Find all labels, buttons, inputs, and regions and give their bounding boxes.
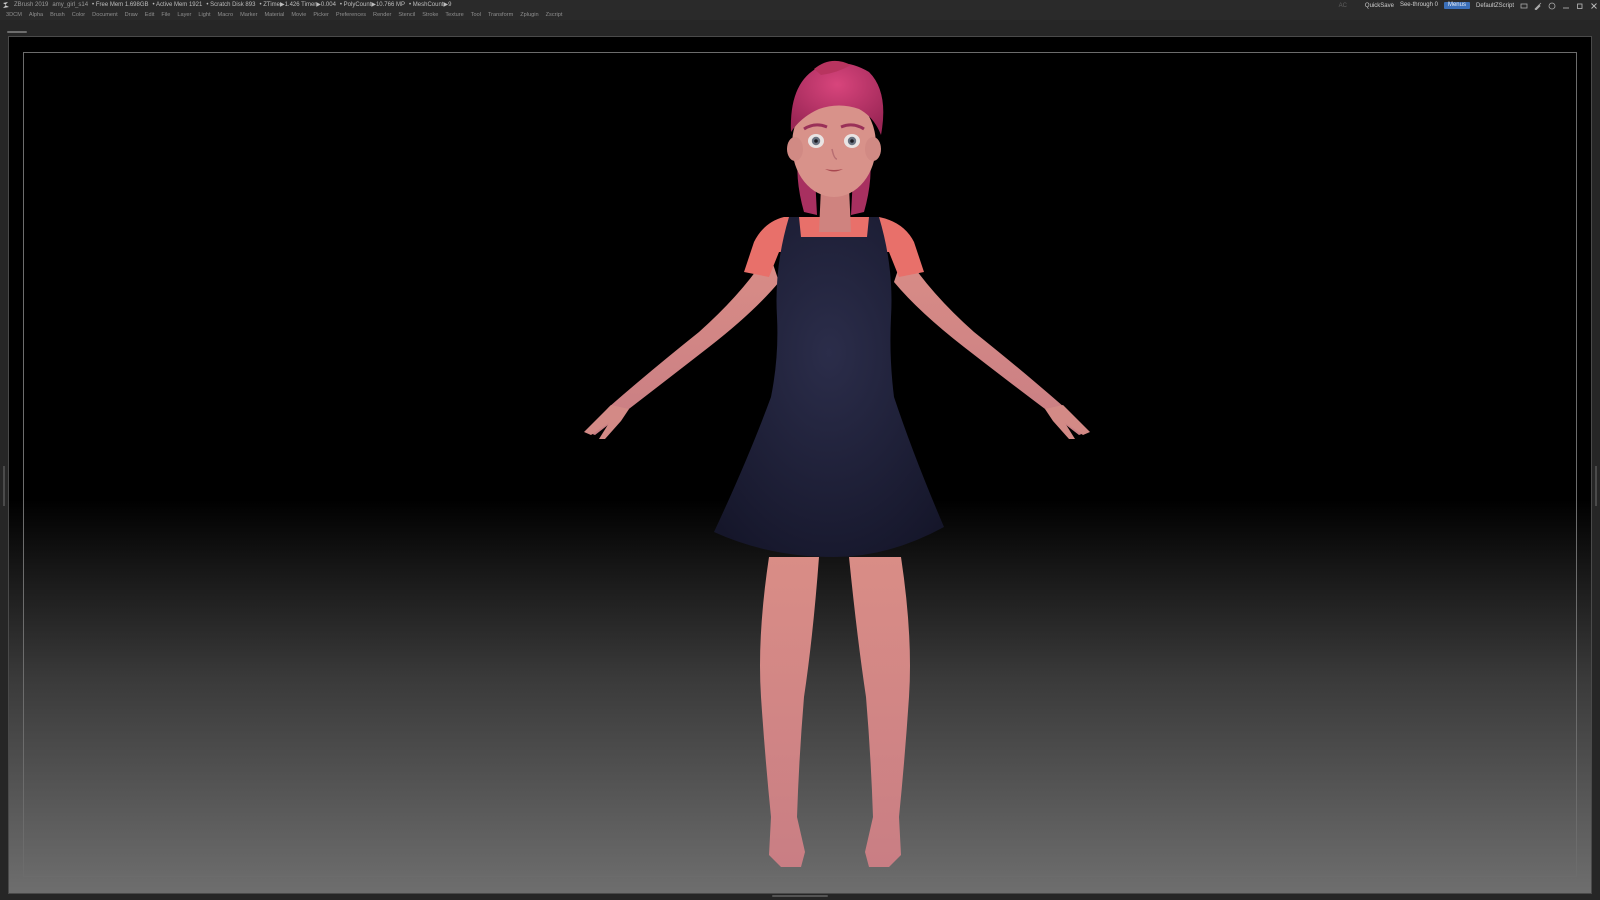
menu-light[interactable]: Light [198,10,210,20]
help-icon[interactable] [1548,2,1556,10]
scratch-disk-stat: • Scratch Disk 893 [206,2,256,8]
menu-zplugin[interactable]: Zplugin [520,10,538,20]
right-pupil [850,139,854,143]
document-canvas[interactable] [8,36,1592,894]
menu-material[interactable]: Material [264,10,284,20]
left-hand [584,405,629,439]
free-mem-stat: • Free Mem 1.698GB [92,2,149,8]
menu-texture[interactable]: Texture [445,10,463,20]
app-title: ZBrush 2019 [14,2,49,8]
menu-edit[interactable]: Edit [145,10,155,20]
document-name: amy_girl_s14 [52,2,89,8]
menu-transform[interactable]: Transform [488,10,513,20]
menu-movie[interactable]: Movie [291,10,306,20]
left-pupil [814,139,818,143]
menu-preferences[interactable]: Preferences [336,10,366,20]
bottom-tray-handle[interactable] [772,895,828,897]
menu-draw[interactable]: Draw [125,10,138,20]
menu-picker[interactable]: Picker [313,10,329,20]
menu-file[interactable]: File [161,10,170,20]
menu-stencil[interactable]: Stencil [398,10,415,20]
menu-alpha[interactable]: Alpha [29,10,43,20]
meshcount-stat: • MeshCount▶9 [409,2,452,8]
menu-layer[interactable]: Layer [177,10,191,20]
menu-stroke[interactable]: Stroke [422,10,438,20]
see-through-label: See-through 0 [1399,2,1438,8]
right-hand [1045,405,1090,439]
menu-3dcm[interactable]: 3DCM [6,10,22,20]
menus-button[interactable]: Menus [1443,2,1470,9]
menu-brush[interactable]: Brush [50,10,65,20]
right-tray-handle[interactable] [1595,466,1597,506]
menu-render[interactable]: Render [373,10,391,20]
left-ear [787,137,803,161]
bottom-tray [0,894,1600,900]
ztime-stat: • ZTime▶1.426 Timer▶0.004 [259,2,336,8]
restore-icon[interactable] [1576,2,1584,10]
left-leg [760,557,819,867]
ac-button[interactable]: AC [1339,1,1347,11]
layout-icon[interactable] [1520,2,1528,10]
menu-macro[interactable]: Macro [218,10,234,20]
right-tray [1592,36,1600,894]
menu-color[interactable]: Color [72,10,85,20]
title-bar: ZBrush 2019 amy_girl_s14 • Free Mem 1.69… [0,0,1600,11]
minimize-icon[interactable] [1562,2,1570,10]
left-tray [0,36,8,894]
right-ear [865,137,881,161]
active-mem-stat: • Active Mem 1921 [152,2,203,8]
quicksave-button[interactable]: QuickSave [1365,1,1394,11]
title-left: ZBrush 2019 amy_girl_s14 • Free Mem 1.69… [2,0,451,10]
menu-bar: 3DCM Alpha Brush Color Document Draw Edit File L… [0,10,1600,20]
right-leg [849,557,910,867]
menu-zscript[interactable]: Zscript [546,10,563,20]
brush-icon[interactable] [1534,2,1542,10]
zbrush-logo-icon[interactable] [2,1,10,9]
left-tray-handle[interactable] [3,466,5,506]
menu-marker[interactable]: Marker [240,10,257,20]
close-icon[interactable] [1590,2,1598,10]
menu-document[interactable]: Document [92,10,118,20]
tool-shelf [0,20,1600,36]
default-zscript-button[interactable]: DefaultZScript [1476,1,1514,11]
polycount-stat: • PolyCount▶10.766 MP [339,2,405,8]
menu-tool[interactable]: Tool [471,10,481,20]
character-model[interactable] [9,37,1592,894]
character-figure [584,60,1090,867]
shelf-grip-handle[interactable] [7,31,27,33]
